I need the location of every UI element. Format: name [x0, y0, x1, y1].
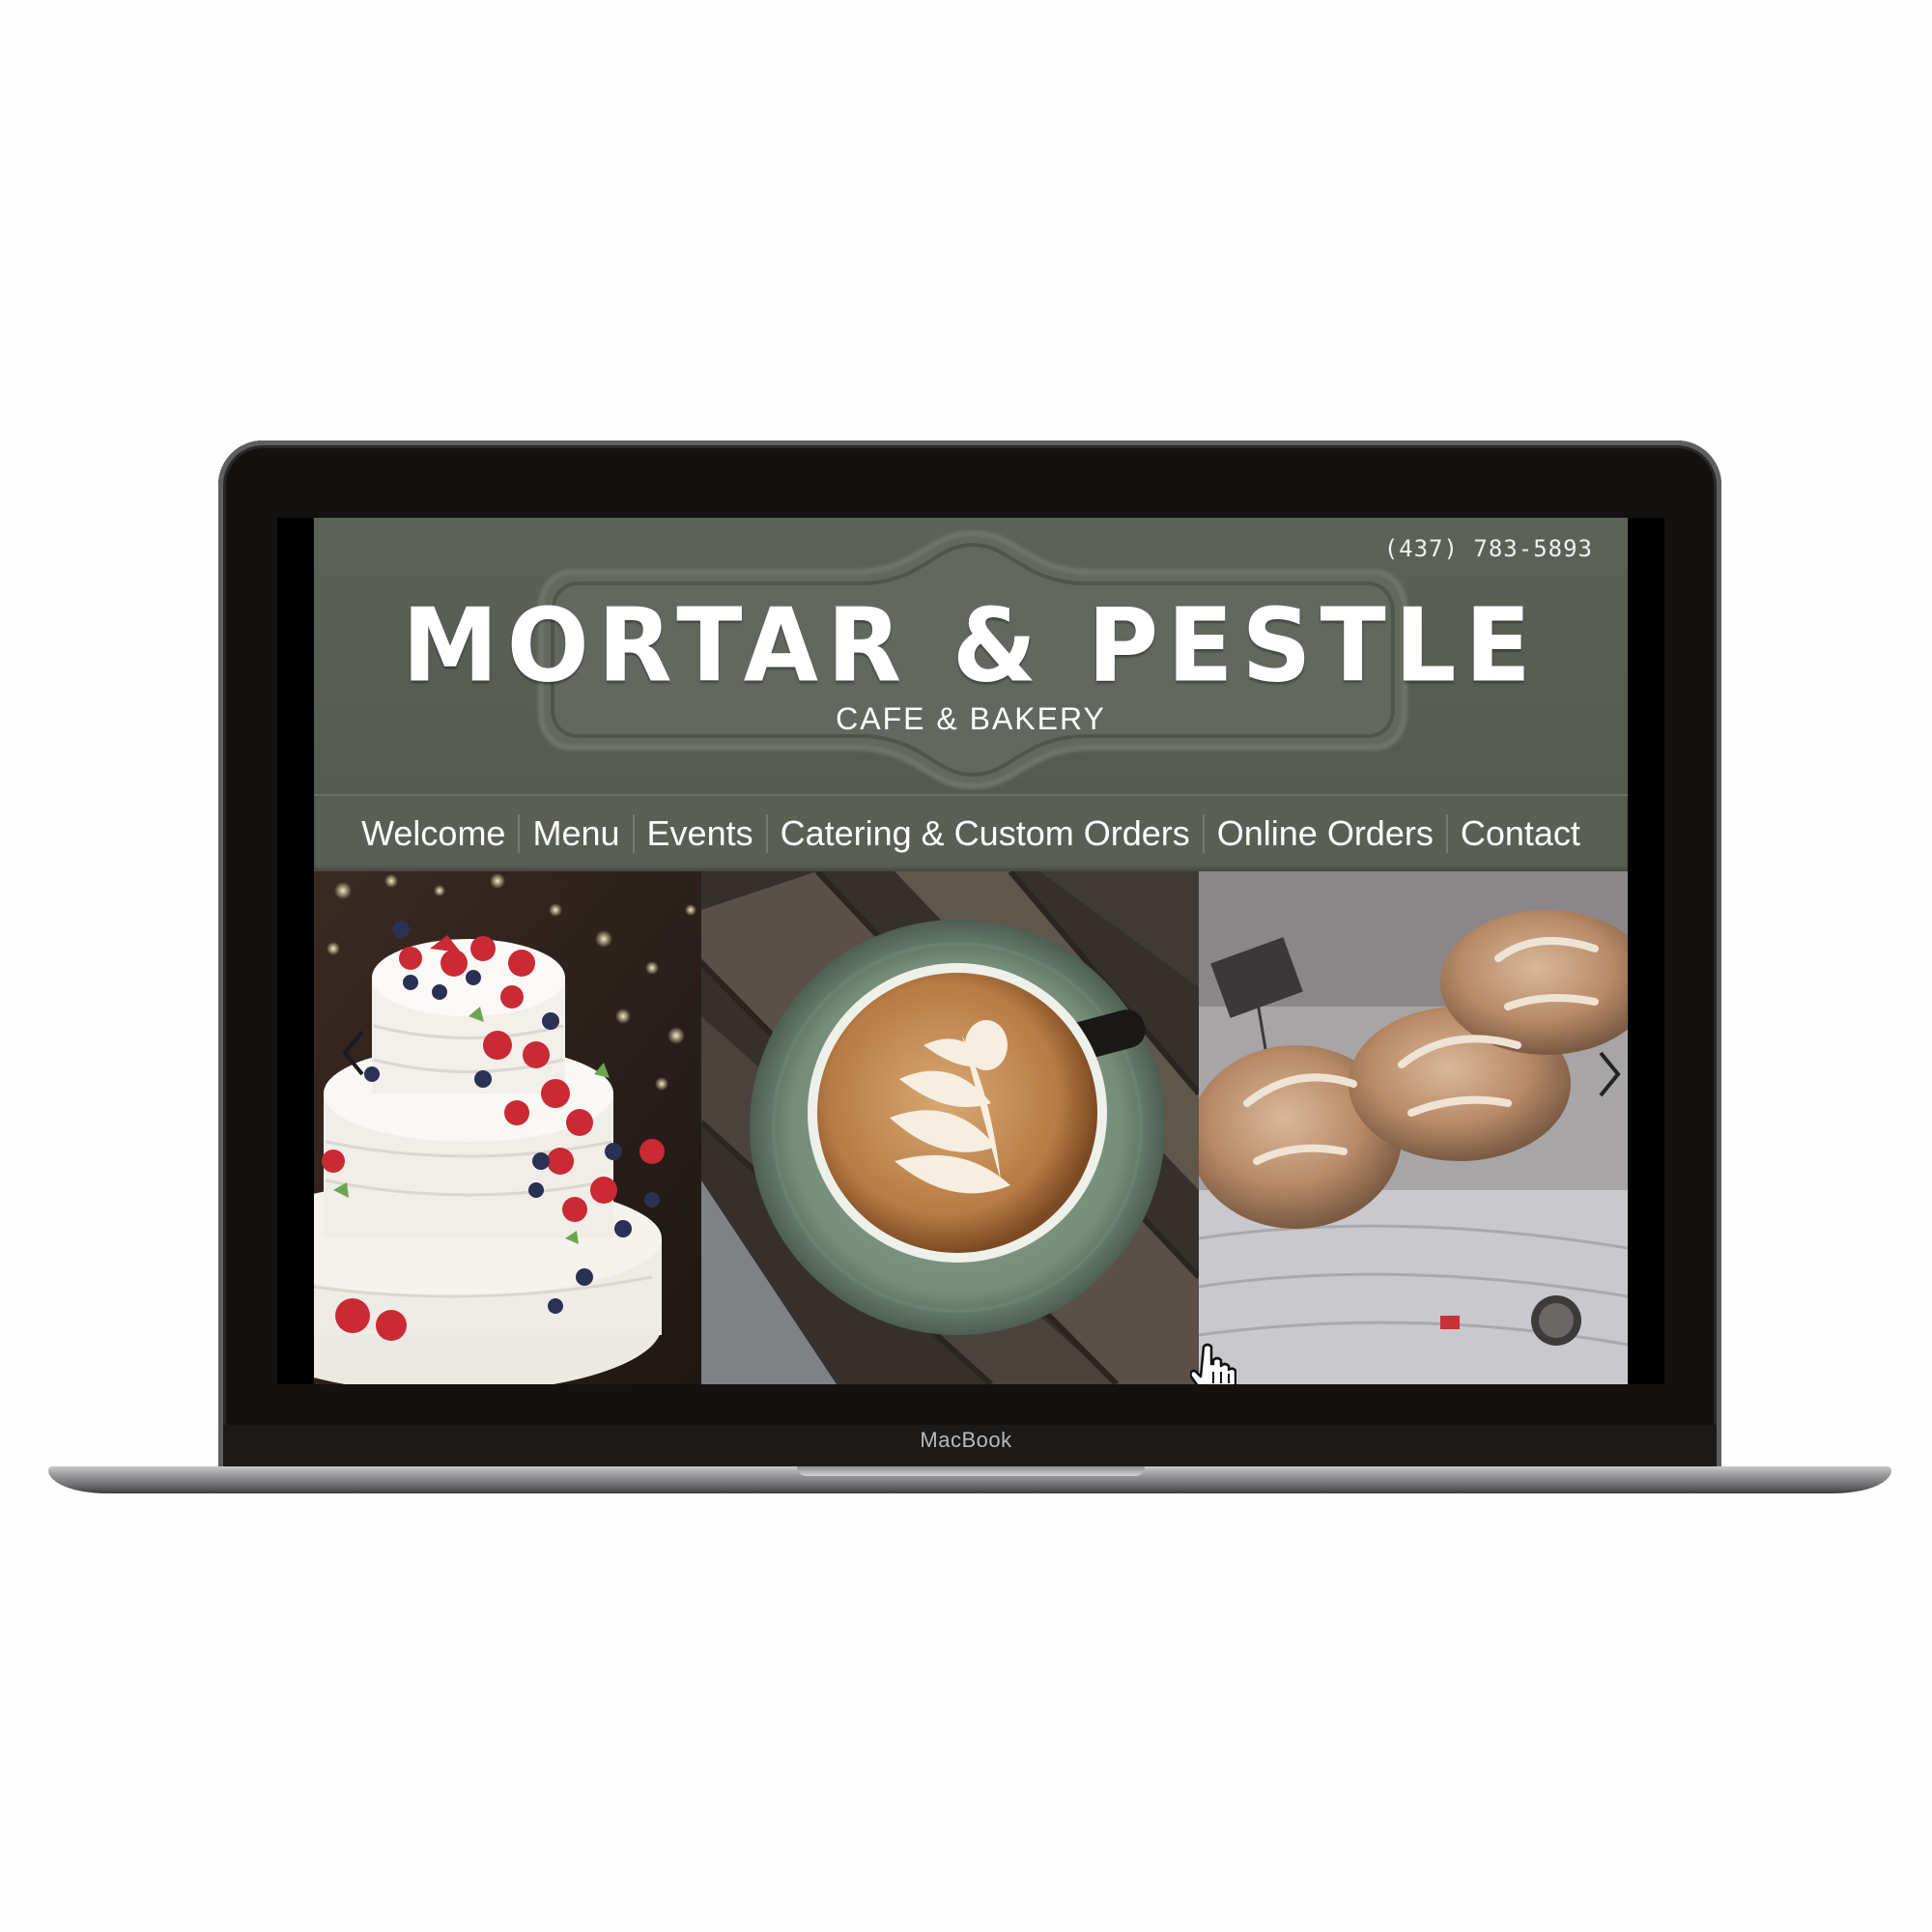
- nav-item-catering[interactable]: Catering & Custom Orders: [768, 813, 1203, 854]
- chevron-left-icon[interactable]: [335, 1024, 374, 1082]
- nav-item-welcome[interactable]: Welcome: [349, 813, 518, 854]
- site-header: (437) 783-5893 MORTAR & PESTLE CAFE & BA…: [314, 518, 1628, 794]
- slide-bread-image: [1199, 871, 1628, 1384]
- nav-item-events[interactable]: Events: [635, 813, 766, 854]
- image-slider: [314, 871, 1628, 1384]
- nav-item-contact[interactable]: Contact: [1448, 813, 1593, 854]
- nav-item-online-orders[interactable]: Online Orders: [1205, 813, 1446, 854]
- logo-title[interactable]: MORTAR & PESTLE: [314, 595, 1628, 697]
- chevron-right-icon[interactable]: [1589, 1045, 1628, 1103]
- nav-item-menu[interactable]: Menu: [520, 813, 632, 854]
- slide-latte-image: [701, 871, 1199, 1384]
- logo-subtitle: CAFE & BAKERY: [836, 701, 1106, 736]
- stage: (437) 783-5893 MORTAR & PESTLE CAFE & BA…: [0, 0, 1932, 1932]
- laptop-hinge-notch: [797, 1466, 1145, 1476]
- website: (437) 783-5893 MORTAR & PESTLE CAFE & BA…: [314, 518, 1628, 1384]
- main-nav: Welcome Menu Events Catering & Custom Or…: [314, 794, 1628, 871]
- laptop-screen: (437) 783-5893 MORTAR & PESTLE CAFE & BA…: [277, 518, 1664, 1384]
- hand-pointer-cursor-icon: [1190, 1343, 1236, 1384]
- slide-cake-image: [314, 871, 701, 1384]
- device-brand-label: MacBook: [920, 1428, 1012, 1452]
